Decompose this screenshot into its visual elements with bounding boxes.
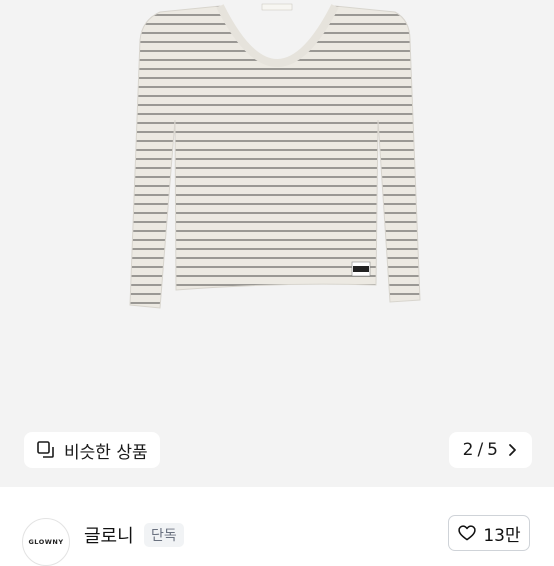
- pager-current: 2: [462, 440, 474, 460]
- pager-total: 5: [487, 440, 498, 460]
- similar-items-label: 비슷한 상품: [64, 442, 148, 463]
- striped-tshirt-illustration: [129, 3, 421, 309]
- similar-items-button[interactable]: 비슷한 상품: [24, 432, 160, 468]
- exclusive-badge: 단독: [144, 523, 184, 547]
- heart-outline-icon: [457, 523, 477, 543]
- product-image[interactable]: [0, 0, 554, 487]
- seller-avatar[interactable]: GLOWNY: [22, 518, 70, 566]
- pager-separator: /: [477, 440, 484, 460]
- like-count: 13만: [483, 525, 521, 546]
- chevron-right-icon: [502, 440, 522, 460]
- like-button[interactable]: 13만: [448, 515, 530, 551]
- similar-items-icon: [36, 440, 56, 460]
- image-pager[interactable]: 2 / 5: [448, 432, 532, 468]
- seller-name[interactable]: 글로니: [84, 522, 134, 548]
- avatar-logo-text: GLOWNY: [28, 538, 64, 546]
